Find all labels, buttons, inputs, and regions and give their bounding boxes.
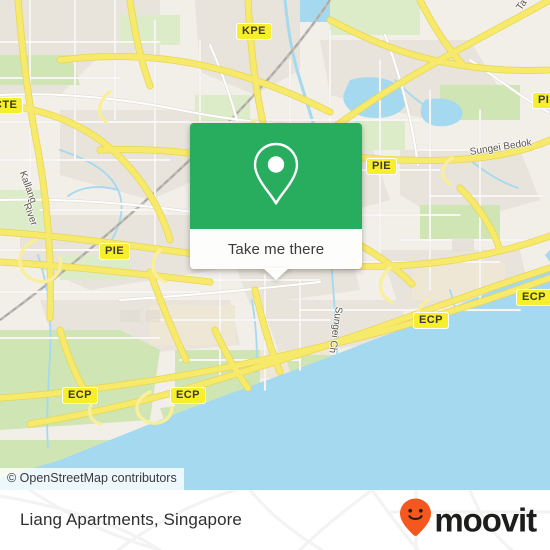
shield-kpe: KPE [236,23,272,40]
shield-ecp-far-east: ECP [516,289,550,306]
poi-popup-card[interactable]: Take me there [190,123,362,280]
shield-cte: CTE [0,97,24,114]
map-canvas[interactable]: .land { fill:#f2efe9; } .resid { fill:#e… [0,0,550,490]
shield-ecp-mid: ECP [170,387,206,404]
shield-pie-east-edge: PIE [532,92,550,109]
osm-attribution[interactable]: © OpenStreetMap contributors [0,468,184,490]
moovit-smiley-pin-icon [400,498,432,542]
shield-pie-east: PIE [366,158,397,175]
take-me-there-button[interactable]: Take me there [190,229,362,269]
map-screenshot-root: .land { fill:#f2efe9; } .resid { fill:#e… [0,0,550,550]
shield-pie-west: PIE [99,243,130,260]
shield-ecp-east: ECP [413,312,449,329]
poi-card-image [190,123,362,229]
moovit-brand[interactable]: moovit [400,498,537,542]
map-pin-icon [249,140,303,213]
footer-bar: Liang Apartments, Singapore moovit [0,490,550,550]
moovit-wordmark: moovit [434,501,537,539]
shield-ecp-west: ECP [62,387,98,404]
page-title: Liang Apartments, Singapore [20,510,242,529]
poi-card-pointer [263,268,289,280]
